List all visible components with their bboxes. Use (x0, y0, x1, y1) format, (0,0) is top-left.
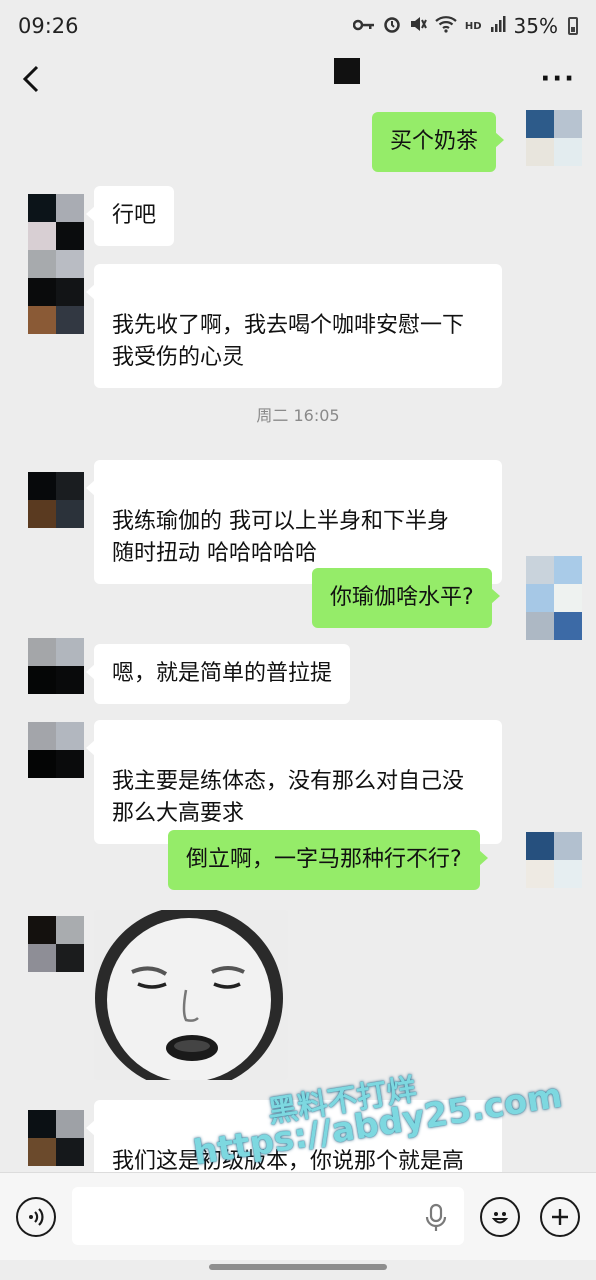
message-input[interactable] (72, 1187, 464, 1245)
chat-header: ··· (0, 52, 596, 106)
plus-icon (552, 1209, 568, 1225)
message-bubble-outgoing[interactable]: 买个奶茶 (372, 112, 505, 172)
status-time: 09:26 (18, 14, 79, 38)
status-bar: 09:26 HD 35% (0, 0, 596, 52)
message-text: 我练瑜伽的 我可以上半身和下半身 随时扭动 哈哈哈哈哈 (112, 509, 449, 566)
chat-message-list[interactable]: 买个奶茶 行吧 我先收了啊，我去喝个咖啡安慰一下 我受伤的心灵 周二 16:05… (0, 106, 596, 1172)
voice-icon (29, 1208, 44, 1226)
home-indicator[interactable] (209, 1264, 387, 1270)
message-text: 我主要是练体态，没有那么对自己没 那么大高要求 (112, 769, 465, 826)
chevron-left-icon (22, 65, 39, 93)
avatar-self[interactable] (526, 832, 582, 888)
message-timestamp: 周二 16:05 (256, 406, 340, 425)
more-functions-button[interactable] (540, 1197, 580, 1237)
sticker-message[interactable] (94, 910, 288, 1080)
chat-input-bar (0, 1172, 596, 1260)
wifi-icon (435, 15, 457, 38)
message-bubble-outgoing[interactable]: 你瑜伽啥水平? (312, 568, 500, 628)
alarm-icon (383, 15, 401, 38)
message-bubble-incoming[interactable]: 嗯，就是简单的普拉提 (85, 644, 351, 704)
avatar-self[interactable] (526, 110, 582, 166)
message-text: 嗯，就是简单的普拉提 (112, 661, 333, 686)
status-icons: HD 35% (352, 14, 578, 38)
avatar-contact[interactable] (28, 1110, 84, 1166)
message-text: 倒立啊，一字马那种行不行? (186, 847, 462, 872)
message-text: 我们这是初级版本，你说那个就是高 级版本，那直接那是瑜伽老师干的事 (112, 1149, 465, 1172)
key-icon (352, 16, 375, 37)
avatar-contact[interactable] (28, 638, 84, 694)
message-text: 我先收了啊，我去喝个咖啡安慰一下 我受伤的心灵 (112, 313, 465, 370)
hd-icon: HD (464, 20, 482, 32)
avatar-contact[interactable] (28, 916, 84, 972)
meme-face-sticker (94, 910, 288, 1080)
back-button[interactable] (20, 59, 50, 99)
avatar-contact[interactable] (28, 278, 84, 334)
avatar-contact[interactable] (28, 472, 84, 528)
battery-percent: 35% (513, 14, 558, 38)
message-bubble-outgoing[interactable]: 倒立啊，一字马那种行不行? (168, 830, 488, 890)
message-bubble-incoming[interactable]: 行吧 (85, 186, 175, 246)
message-bubble-incoming[interactable]: 我练瑜伽的 我可以上半身和下半身 随时扭动 哈哈哈哈哈 (86, 460, 502, 584)
signal-icon (490, 15, 506, 37)
message-text: 行吧 (112, 203, 157, 228)
more-options-button[interactable]: ··· (540, 64, 576, 94)
message-text: 你瑜伽啥水平? (330, 585, 474, 610)
message-bubble-incoming[interactable]: 我先收了啊，我去喝个咖啡安慰一下 我受伤的心灵 (86, 264, 502, 388)
emoji-icon (491, 1212, 509, 1224)
avatar-self[interactable] (526, 556, 582, 640)
avatar-contact[interactable] (28, 722, 84, 778)
emoji-button[interactable] (480, 1197, 520, 1237)
mic-icon[interactable] (424, 1203, 448, 1233)
mute-icon (409, 15, 427, 38)
message-bubble-incoming[interactable]: 我们这是初级版本，你说那个就是高 级版本，那直接那是瑜伽老师干的事 (86, 1100, 502, 1172)
message-bubble-incoming[interactable]: 我主要是练体态，没有那么对自己没 那么大高要求 (86, 720, 502, 844)
contact-name-redacted (334, 58, 360, 84)
voice-input-button[interactable] (16, 1197, 56, 1237)
avatar-contact[interactable] (28, 194, 84, 278)
battery-icon (568, 17, 578, 35)
message-text: 买个奶茶 (390, 129, 479, 154)
